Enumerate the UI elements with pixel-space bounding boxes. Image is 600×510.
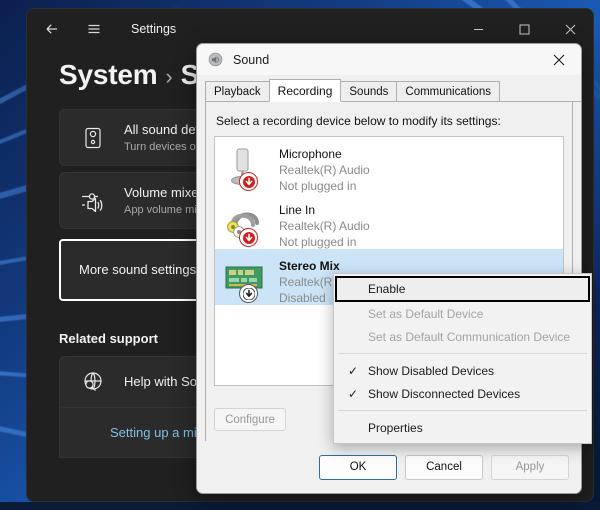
tab-communications[interactable]: Communications (396, 81, 501, 102)
device-driver: Realtek(R) Audio (279, 163, 370, 177)
device-status: Not plugged in (279, 179, 357, 193)
hamburger-menu-icon[interactable] (79, 14, 109, 44)
volume-mixer-icon (78, 190, 108, 212)
context-menu-item-set-as-default-device[interactable]: Set as Default Device (334, 302, 591, 325)
taskbar-strip (0, 502, 600, 510)
card-subtitle: App volume mix, (124, 203, 206, 216)
sound-dialog-titlebar: Sound (197, 44, 581, 76)
globe-search-icon (78, 371, 108, 393)
context-menu-separator (338, 410, 587, 411)
settings-title: Settings (131, 22, 177, 36)
setting-up-mic-link[interactable]: Setting up a mi (110, 425, 197, 440)
microphone-icon (223, 145, 271, 191)
card-title: Volume mixer (124, 184, 203, 200)
check-icon: ✓ (347, 363, 359, 378)
context-menu-item-set-as-default-communication-device[interactable]: Set as Default Communication Device (334, 325, 591, 348)
device-list-item-line-in[interactable]: Line In Realtek(R) Audio Not plugged in (215, 193, 563, 249)
red-down-arrow-badge (239, 172, 258, 191)
sound-dialog-close-button[interactable] (537, 44, 581, 76)
context-menu-item-show-disabled-devices[interactable]: ✓ Show Disabled Devices (334, 359, 591, 382)
red-down-arrow-badge (239, 228, 258, 247)
recording-prompt-text: Select a recording device below to modif… (216, 114, 501, 128)
breadcrumb-separator: › (165, 64, 173, 89)
context-menu-item-properties[interactable]: Properties (334, 416, 591, 439)
sound-card-icon (223, 257, 271, 303)
context-menu-item-enable[interactable]: Enable (335, 276, 590, 302)
tab-sounds[interactable]: Sounds (340, 81, 398, 102)
device-driver: Realtek(R) Audio (279, 219, 370, 233)
cancel-button[interactable]: Cancel (405, 454, 483, 480)
device-context-menu: Enable Set as Default Device Set as Defa… (333, 273, 592, 444)
device-list-item-microphone[interactable]: Microphone Realtek(R) Audio Not plugged … (215, 137, 563, 193)
more-sound-settings-label: More sound settings (79, 262, 197, 277)
tab-recording[interactable]: Recording (268, 79, 342, 102)
breadcrumb-root[interactable]: System (59, 59, 158, 90)
ok-button[interactable]: OK (319, 454, 397, 480)
device-name: Line In (279, 203, 316, 217)
sound-dialog-tabstrip: Playback Recording Sounds Communications (205, 79, 581, 102)
device-status: Not plugged in (279, 235, 357, 249)
sound-dialog-title: Sound (233, 52, 270, 67)
speaker-icon (78, 127, 108, 149)
configure-button[interactable]: Configure (214, 408, 286, 431)
context-menu-item-label: Show Disabled Devices (368, 363, 495, 378)
context-menu-item-label: Show Disconnected Devices (368, 386, 521, 401)
sound-speaker-icon (207, 52, 223, 68)
apply-button[interactable]: Apply (491, 454, 569, 480)
dialog-bottom-bar: OK Cancel Apply (197, 441, 581, 493)
tab-playback[interactable]: Playback (205, 81, 270, 102)
device-name: Microphone (279, 147, 342, 161)
check-icon: ✓ (347, 386, 359, 401)
line-in-rca-icon (223, 201, 271, 247)
context-menu-separator (338, 353, 587, 354)
gray-down-arrow-badge (239, 284, 258, 303)
back-arrow-icon[interactable] (37, 14, 67, 44)
device-name: Stereo Mix (279, 259, 340, 273)
context-menu-item-show-disconnected-devices[interactable]: ✓ Show Disconnected Devices (334, 382, 591, 405)
